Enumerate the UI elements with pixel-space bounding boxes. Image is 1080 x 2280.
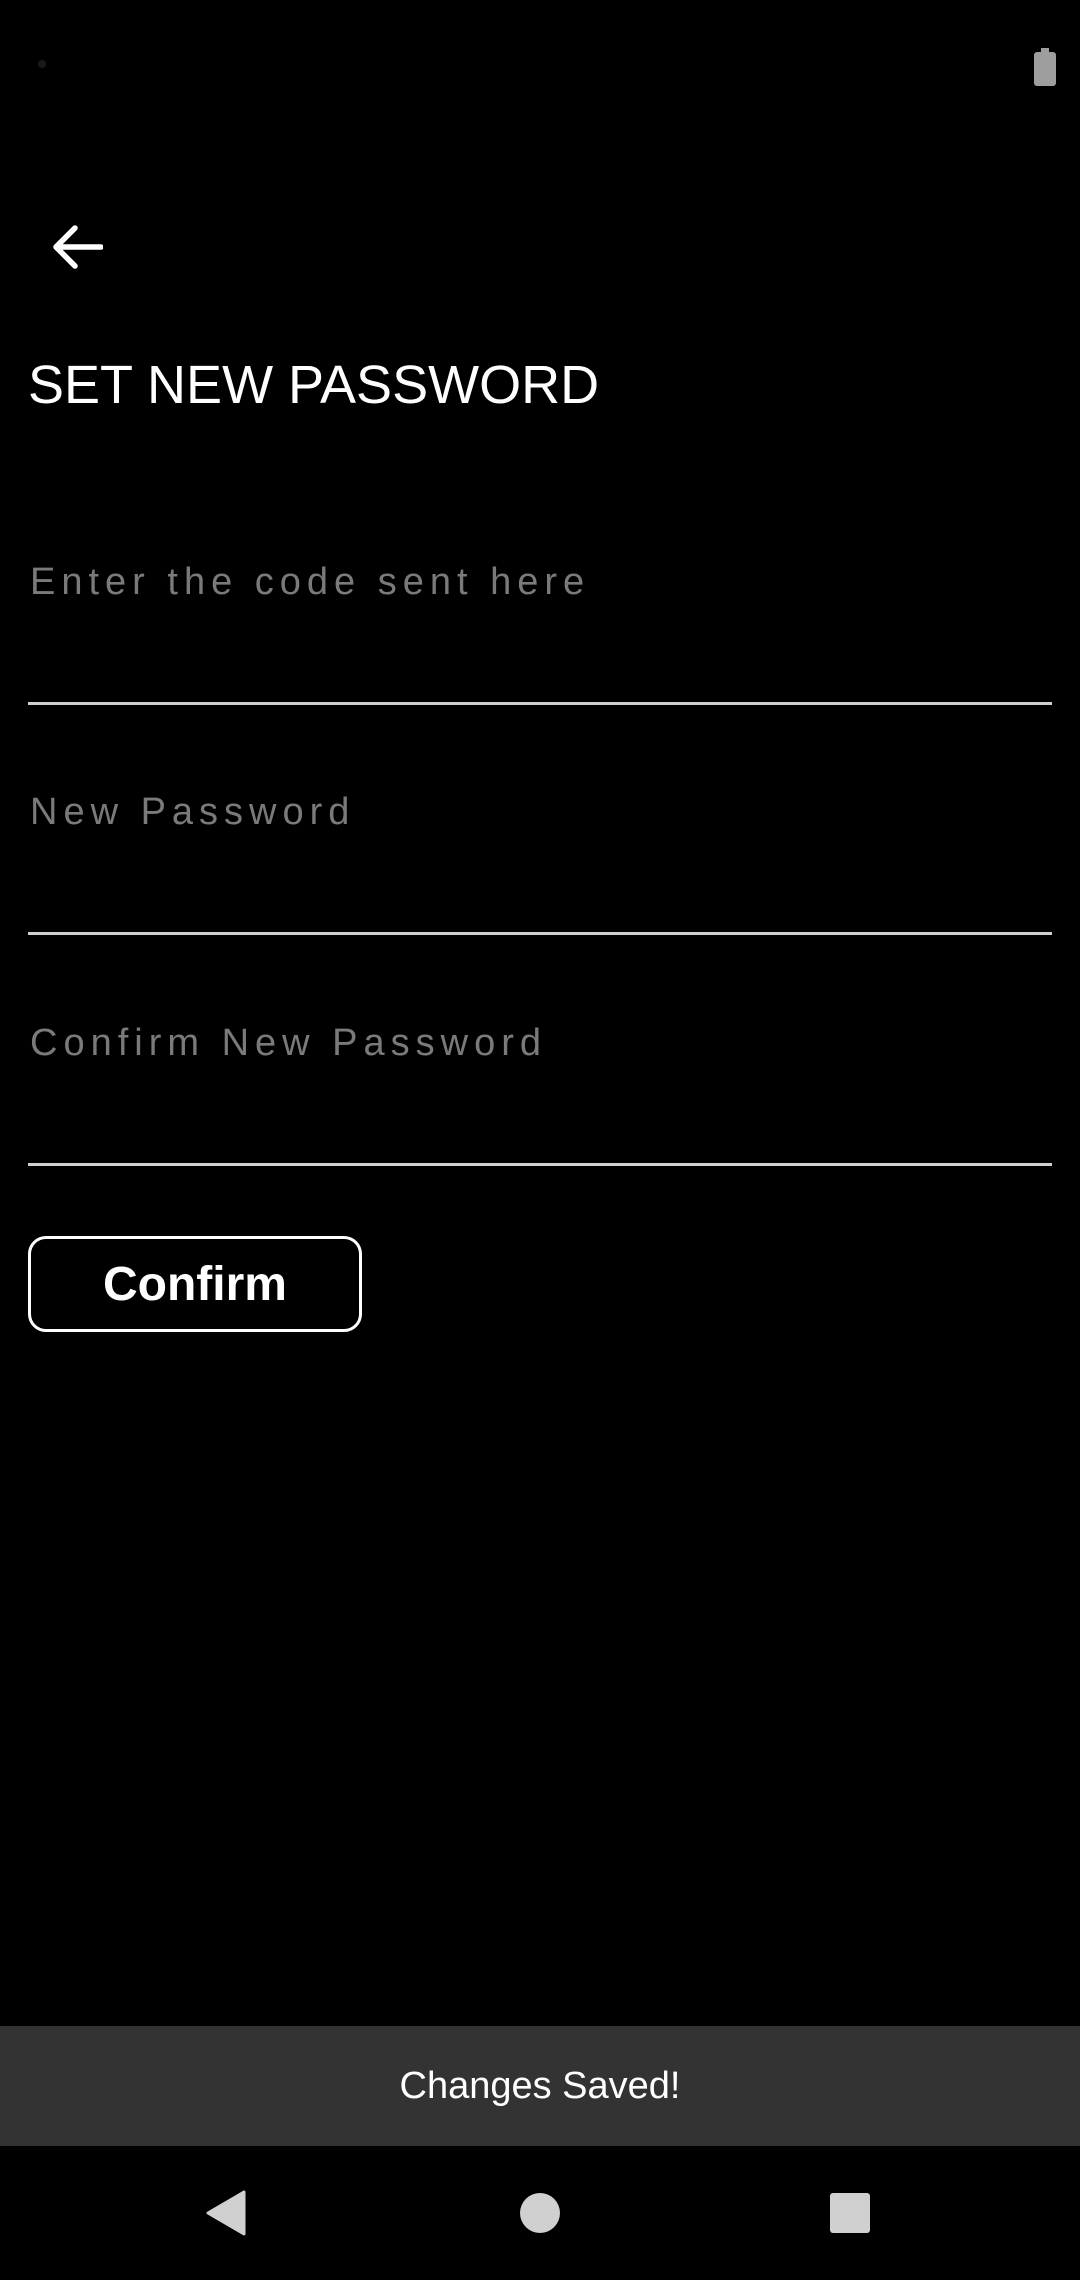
new-password-input[interactable] — [28, 762, 1052, 862]
page-title: SET NEW PASSWORD — [28, 355, 600, 415]
back-button[interactable] — [40, 210, 114, 284]
battery-icon — [1034, 48, 1056, 86]
confirm-button-label: Confirm — [103, 1257, 287, 1311]
square-recents-icon — [830, 2193, 870, 2233]
arrow-left-icon — [53, 225, 103, 269]
nav-recents-button[interactable] — [790, 2146, 910, 2280]
new-password-field-container — [28, 762, 1052, 935]
code-input[interactable] — [28, 532, 1052, 632]
notification-dot-icon — [38, 60, 46, 68]
status-bar — [0, 0, 1080, 96]
nav-home-button[interactable] — [480, 2146, 600, 2280]
circle-home-icon — [520, 2193, 560, 2233]
triangle-back-icon — [206, 2190, 246, 2236]
snackbar-message: Changes Saved! — [399, 2064, 681, 2107]
nav-back-button[interactable] — [166, 2146, 286, 2280]
code-field-container — [28, 532, 1052, 705]
navigation-bar — [0, 2146, 1080, 2280]
confirm-password-input[interactable] — [28, 993, 1052, 1093]
snackbar: Changes Saved! — [0, 2026, 1080, 2146]
confirm-password-field-container — [28, 993, 1052, 1166]
confirm-button[interactable]: Confirm — [28, 1236, 362, 1332]
